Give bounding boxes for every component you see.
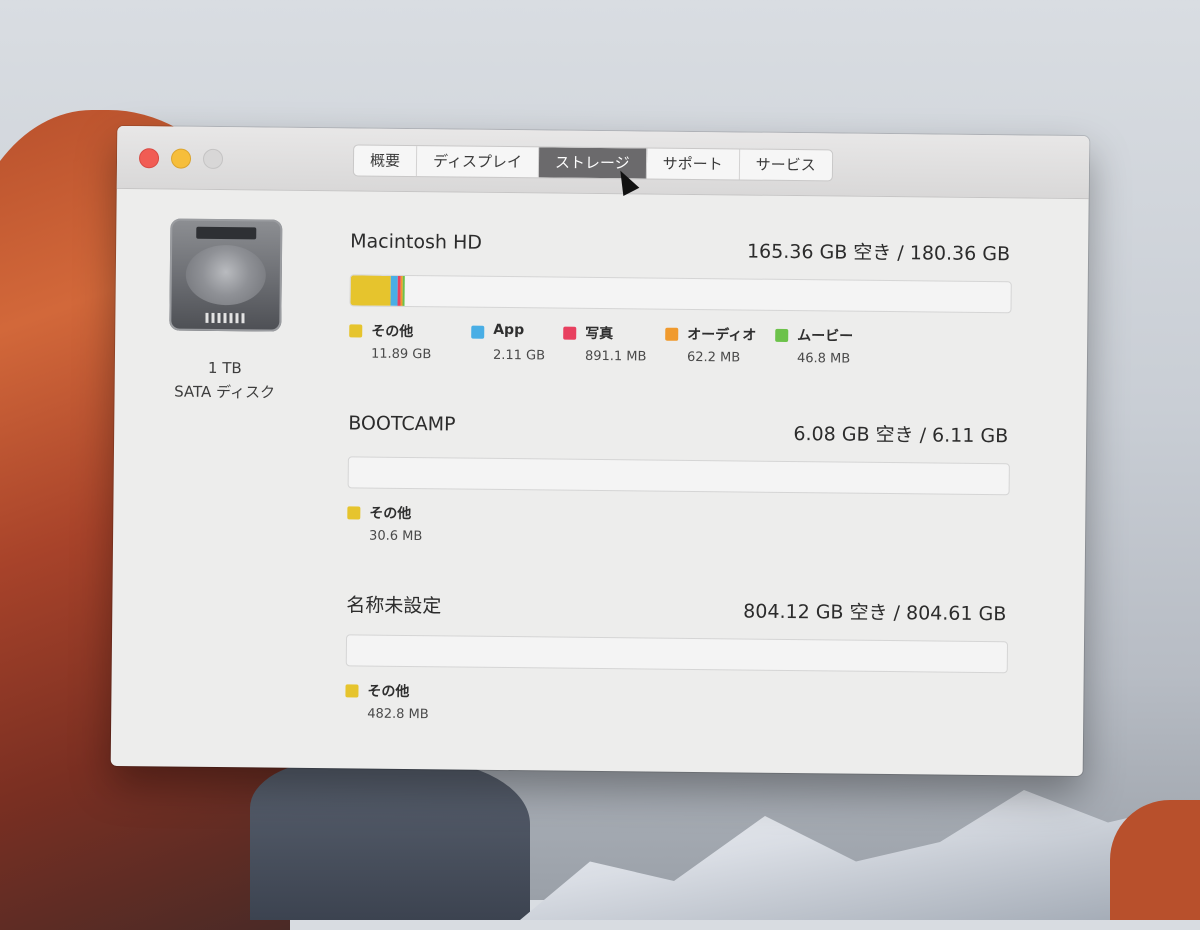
storage-bar <box>349 274 1012 314</box>
storage-legend: その他 482.8 MB <box>345 680 458 722</box>
legend-item-audio: オーディオ 62.2 MB <box>665 324 775 365</box>
volume-name: Macintosh HD <box>350 230 483 254</box>
volume-name: 名称未設定 <box>346 594 442 618</box>
swatch-movies <box>775 328 789 342</box>
legend-item-other: その他 482.8 MB <box>345 680 458 722</box>
wallpaper-rock-right <box>1110 800 1200 920</box>
volume-macintosh-hd: Macintosh HD 165.36 GB 空き / 180.36 GB その… <box>349 230 1012 367</box>
volume-space: 804.12 GB 空き / 804.61 GB <box>743 600 1007 626</box>
tab-service[interactable]: サービス <box>740 149 832 180</box>
storage-bar <box>345 634 1009 674</box>
title-bar[interactable]: 概要 ディスプレイ ストレージ サポート サービス <box>116 125 1090 200</box>
legend-item-app: App 2.11 GB <box>471 322 563 363</box>
close-button[interactable] <box>138 148 160 169</box>
swatch-other <box>347 506 361 520</box>
volume-name: BOOTCAMP <box>348 412 456 436</box>
swatch-audio <box>665 327 679 341</box>
swatch-photos <box>563 326 577 340</box>
wallpaper-mountains <box>520 790 1200 920</box>
tab-support[interactable]: サポート <box>646 148 740 180</box>
storage-legend: その他 11.89 GB App 2.11 GB 写真 891.1 MB オーデ… <box>349 320 885 367</box>
legend-item-movies: ムービー 46.8 MB <box>775 325 885 367</box>
tab-displays[interactable]: ディスプレイ <box>416 146 540 178</box>
swatch-other <box>345 684 359 698</box>
legend-item-other: その他 11.89 GB <box>349 320 471 362</box>
tab-bar: 概要 ディスプレイ ストレージ サポート サービス <box>352 144 833 182</box>
legend-item-photos: 写真 891.1 MB <box>563 323 665 364</box>
swatch-app <box>471 325 485 339</box>
tab-overview[interactable]: 概要 <box>353 145 418 177</box>
hard-disk-icon <box>169 218 283 332</box>
legend-item-other: その他 30.6 MB <box>347 502 459 544</box>
volume-bootcamp: BOOTCAMP 6.08 GB 空き / 6.11 GB その他 30.6 M… <box>347 412 1010 544</box>
swatch-other <box>349 324 363 338</box>
wallpaper-shadow <box>250 760 530 920</box>
volume-space: 165.36 GB 空き / 180.36 GB <box>746 240 1011 266</box>
bar-segment-other <box>350 275 391 306</box>
volume-space: 6.08 GB 空き / 6.11 GB <box>793 423 1009 448</box>
volume-untitled: 名称未設定 804.12 GB 空き / 804.61 GB その他 482.8… <box>345 590 1009 722</box>
storage-legend: その他 30.6 MB <box>347 502 459 544</box>
zoom-button[interactable] <box>202 148 224 170</box>
storage-window: 概要 ディスプレイ ストレージ サポート サービス 1 TB SATA ディスク… <box>110 125 1090 777</box>
minimize-button[interactable] <box>170 148 192 169</box>
storage-bar <box>347 456 1010 496</box>
disk-capacity: 1 TB <box>207 358 242 378</box>
disk-type: SATA ディスク <box>174 382 276 402</box>
bar-segment-movies <box>402 275 405 306</box>
